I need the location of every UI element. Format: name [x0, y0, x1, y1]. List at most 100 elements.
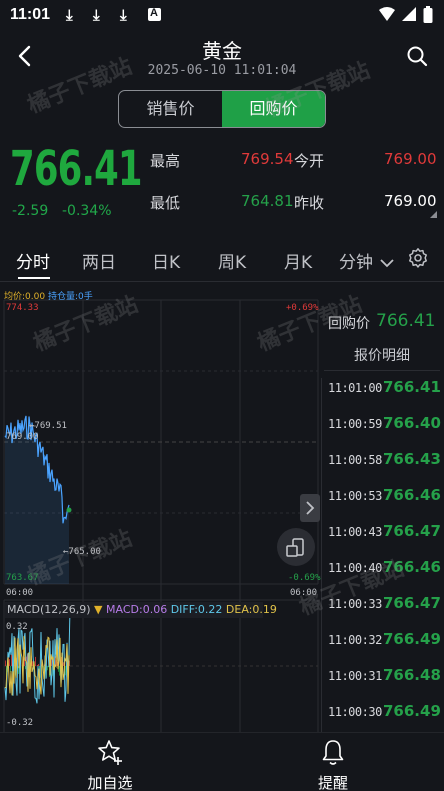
sell-price-tab[interactable]: 销售价	[119, 91, 222, 127]
bottom-bar: 加自选 提醒	[0, 732, 444, 791]
y-axis-bottom: 763.67	[6, 573, 39, 583]
tab-minute-label: 分钟	[339, 253, 373, 273]
macd-bar	[38, 663, 39, 666]
macd-bar	[9, 659, 10, 666]
quote-detail-row: 11:00:33 766.47	[326, 591, 442, 621]
chart-legend: 均价:0.00 持仓量:0手	[4, 289, 93, 302]
notification-app-icon	[148, 7, 161, 21]
tab-intraday[interactable]: 分时	[16, 248, 50, 273]
tab-minute[interactable]: 分钟	[339, 248, 395, 273]
x-axis-start: 06:00	[6, 588, 34, 598]
y-axis-top-pct: +0.69%	[286, 303, 319, 313]
quote-time: 11:00:53	[328, 489, 382, 503]
price-change-percent: -0.34%	[62, 203, 112, 219]
quote-price: 766.47	[383, 522, 441, 540]
tab-weekly-k[interactable]: 周K	[218, 248, 246, 273]
macd-bar	[5, 660, 6, 666]
quote-detail-row: 11:00:59 766.40	[326, 411, 442, 441]
side-price-value: 766.41	[376, 311, 436, 331]
download-icon: ⤓	[120, 6, 127, 24]
position-legend: 持仓量:0手	[47, 292, 93, 302]
low-marker: ←765.00	[63, 547, 101, 557]
quote-price: 766.49	[383, 702, 441, 720]
quote-detail-row: 11:00:58 766.43	[326, 447, 442, 477]
tab-monthly-k[interactable]: 月K	[284, 248, 312, 273]
chevron-right-icon	[306, 501, 315, 515]
add-watchlist-label: 加自选	[87, 774, 133, 791]
expand-panel-button[interactable]	[300, 494, 320, 522]
quote-price: 766.40	[383, 414, 441, 432]
macd-bar	[65, 666, 66, 676]
download-icon: ⤓	[66, 6, 73, 24]
search-icon[interactable]	[406, 45, 428, 67]
macd-axis-top: 0.32	[6, 622, 28, 632]
macd-value: MACD:0.06	[106, 603, 168, 616]
page-timestamp: 2025-06-10 11:01:04	[147, 63, 297, 78]
quote-price: 766.46	[383, 558, 441, 576]
quote-time: 11:00:58	[328, 453, 382, 467]
macd-bar	[35, 656, 36, 666]
battery-icon	[423, 6, 433, 23]
side-price-label: 回购价	[328, 316, 370, 332]
tab-two-day[interactable]: 两日	[82, 248, 116, 273]
open-label: 今开	[294, 152, 325, 170]
quote-price: 766.48	[383, 666, 441, 684]
download-icon: ⤓	[93, 6, 100, 24]
quote-detail-row: 11:00:43 766.47	[326, 519, 442, 549]
quote-time: 11:00:32	[328, 633, 382, 647]
tab-daily-k[interactable]: 日K	[152, 248, 180, 273]
dea-value: DEA:0.19	[225, 603, 277, 616]
macd-legend: MACD(12,26,9) ▼ MACD:0.06 DIFF:0.22 DEA:…	[5, 602, 277, 618]
star-plus-icon	[98, 740, 122, 765]
macd-dropdown-icon[interactable]: ▼	[94, 603, 102, 616]
quote-time: 11:00:40	[328, 561, 382, 575]
page-title: 黄金	[202, 39, 242, 63]
quote-time: 11:00:33	[328, 597, 382, 611]
quote-detail-row: 11:01:00 766.41	[326, 375, 442, 405]
quote-detail-row: 11:00:31 766.48	[326, 663, 442, 693]
alert-button[interactable]: 提醒	[273, 733, 393, 791]
low-label: 最低	[150, 194, 181, 212]
quote-detail-title: 报价明细	[324, 341, 440, 371]
rotate-screen-button[interactable]	[277, 528, 315, 566]
last-price-dot	[66, 507, 72, 513]
chevron-down-icon	[380, 259, 395, 268]
quote-price: 766.43	[383, 450, 441, 468]
price-change: -2.59	[12, 203, 49, 219]
expand-corner-icon[interactable]	[430, 211, 437, 218]
y-axis-top: 774.33	[6, 303, 39, 313]
period-tabs: 分时 两日 日K 周K 月K 分钟	[0, 238, 444, 282]
avg-price-legend: 均价:0.00	[4, 292, 46, 302]
intraday-chart[interactable]	[0, 286, 322, 732]
bell-icon	[322, 740, 344, 765]
quote-price: 766.47	[383, 594, 441, 612]
alert-label: 提醒	[317, 774, 348, 791]
low-value: 764.81	[241, 192, 294, 210]
quote-detail-row: 11:00:32 766.49	[326, 627, 442, 657]
quote-detail-row: 11:00:40 766.46	[326, 555, 442, 585]
quote-price: 766.41	[383, 378, 441, 396]
diff-value: DIFF:0.22	[170, 603, 223, 616]
macd-bar	[59, 666, 60, 676]
quote-time: 11:00:59	[328, 417, 382, 431]
price-type-toggle: 销售价 回购价	[118, 90, 326, 128]
buyback-price-tab[interactable]: 回购价	[222, 91, 325, 127]
quote-time: 11:00:30	[328, 705, 382, 719]
signal-icon	[402, 7, 416, 21]
active-tab-indicator	[18, 277, 50, 279]
settings-gear-icon[interactable]	[407, 247, 429, 269]
macd-bar	[11, 654, 12, 666]
y-axis-bottom-pct: -0.69%	[288, 573, 321, 583]
x-axis-end: 06:00	[290, 588, 318, 598]
prev-close-label: 昨收	[294, 194, 325, 212]
quote-time: 11:00:43	[328, 525, 382, 539]
quote-detail-row: 11:00:53 766.46	[326, 483, 442, 513]
macd-bar	[10, 666, 11, 672]
high-label: 最高	[150, 152, 181, 170]
y-axis-mid: 769.00	[6, 432, 39, 442]
high-value: 769.54	[241, 150, 294, 168]
add-watchlist-button[interactable]: 加自选	[50, 733, 170, 791]
current-price: 766.41	[10, 141, 143, 197]
quote-time: 11:00:31	[328, 669, 382, 683]
macd-axis-bottom: -0.32	[6, 718, 34, 728]
